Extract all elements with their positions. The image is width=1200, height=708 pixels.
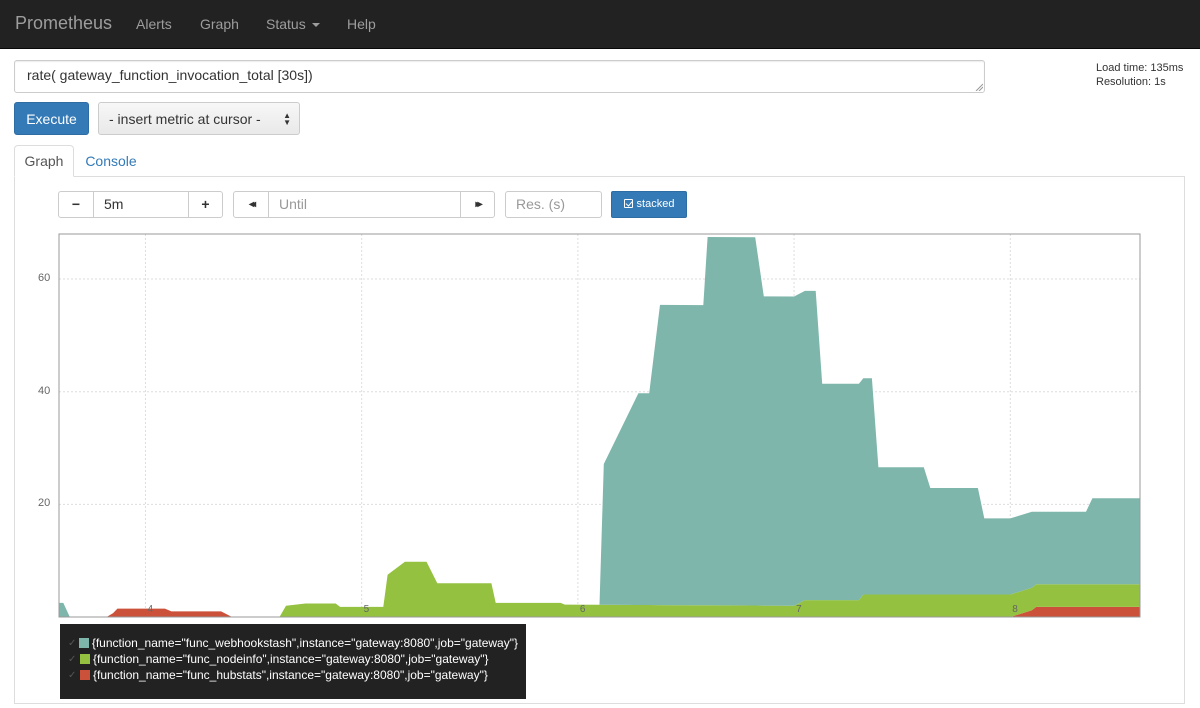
rewind-icon: ◂◂ — [248, 199, 256, 210]
stacked-toggle-button[interactable]: stacked — [611, 191, 687, 218]
navbar: Prometheus Alerts Graph Status Help — [0, 0, 1200, 49]
legend-swatch — [80, 670, 90, 680]
range-decrease-button[interactable]: − — [58, 191, 94, 218]
forward-button[interactable]: ▸▸ — [460, 191, 495, 218]
legend-swatch — [79, 638, 89, 648]
legend-swatch — [80, 654, 90, 664]
load-time: Load time: 135ms — [1096, 62, 1184, 74]
checkbox-checked-icon — [623, 199, 633, 208]
tab-console[interactable]: Console — [74, 145, 148, 177]
until-input[interactable]: Until — [268, 191, 461, 218]
brand-link[interactable]: Prometheus — [15, 13, 112, 34]
nav-status[interactable]: Status — [266, 16, 320, 32]
legend-item[interactable]: ✓ {function_name="func_webhookstash",inst… — [68, 635, 518, 651]
select-arrows-icon: ▲ ▼ — [283, 111, 291, 127]
nav-help[interactable]: Help — [347, 16, 376, 32]
caret-down-icon — [311, 23, 320, 28]
legend-label: {function_name="func_hubstats",instance=… — [93, 668, 488, 682]
insert-metric-select-value: - insert metric at cursor - — [109, 111, 261, 127]
tab-graph[interactable]: Graph — [14, 145, 74, 177]
chart-legend: ✓ {function_name="func_webhookstash",inst… — [60, 624, 526, 699]
resolution: Resolution: 1s — [1096, 76, 1166, 88]
range-input[interactable]: 5m — [93, 191, 189, 218]
forward-icon: ▸▸ — [475, 199, 482, 210]
insert-metric-select[interactable]: - insert metric at cursor - ▲ ▼ — [98, 102, 300, 135]
check-icon: ✓ — [68, 637, 77, 649]
expression-input[interactable] — [14, 60, 985, 93]
legend-item[interactable]: ✓ {function_name="func_hubstats",instance… — [68, 667, 518, 683]
y-tick-label: 40 — [38, 384, 51, 397]
check-icon: ✓ — [68, 669, 77, 681]
y-tick-label: 60 — [38, 272, 51, 285]
load-info: Load time: 135ms Resolution: 1s — [1096, 61, 1183, 89]
nav-graph[interactable]: Graph — [200, 16, 239, 32]
rewind-button[interactable]: ◂◂ — [233, 191, 269, 218]
resize-grip-icon[interactable] — [975, 83, 983, 91]
stacked-label: stacked — [636, 198, 675, 210]
legend-label: {function_name="func_webhookstash",insta… — [91, 636, 518, 650]
execute-button[interactable]: Execute — [14, 102, 89, 135]
range-increase-button[interactable]: + — [188, 191, 223, 218]
nav-alerts[interactable]: Alerts — [136, 16, 172, 32]
check-icon: ✓ — [68, 653, 77, 665]
nav-status-label: Status — [266, 16, 306, 32]
y-tick-label: 20 — [38, 497, 51, 510]
legend-label: {function_name="func_nodeinfo",instance=… — [93, 652, 489, 666]
resolution-input[interactable]: Res. (s) — [505, 191, 602, 218]
legend-item[interactable]: ✓ {function_name="func_nodeinfo",instance… — [68, 651, 518, 667]
